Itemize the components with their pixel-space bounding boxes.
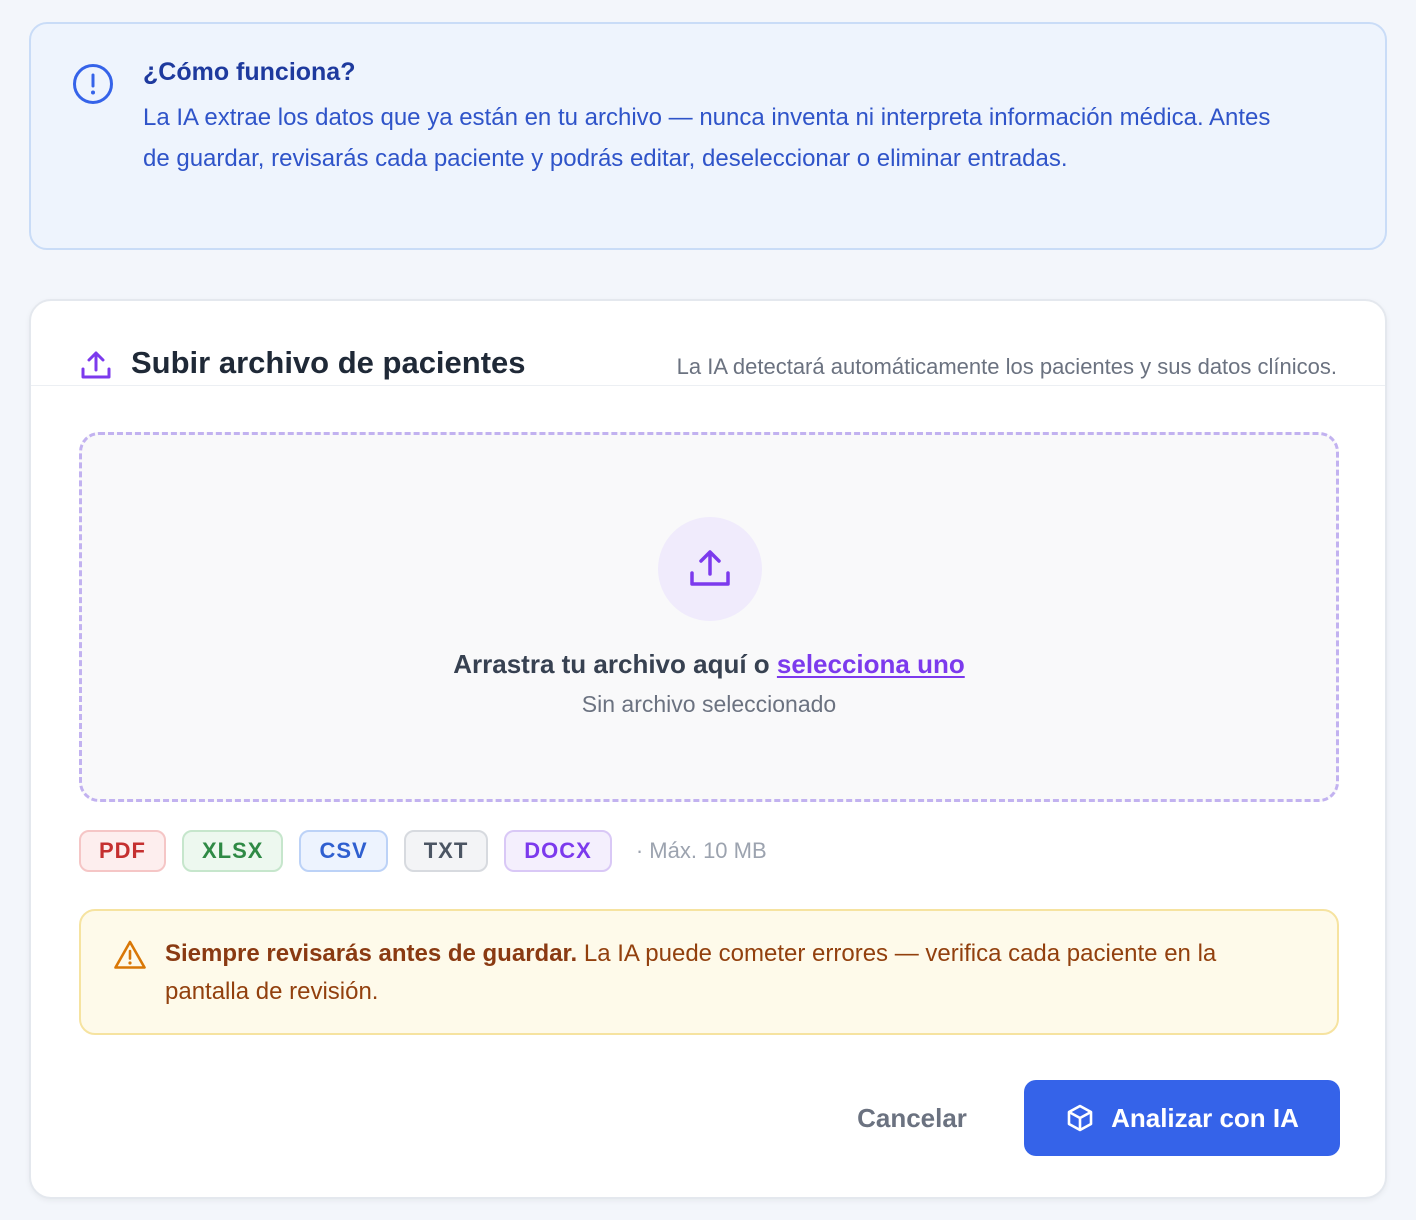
file-dropzone[interactable]: Arrastra tu archivo aquí o selecciona un…: [79, 432, 1339, 802]
info-body: La IA extrae los datos que ya están en t…: [143, 104, 1271, 172]
dropzone-prompt: Arrastra tu archivo aquí o selecciona un…: [82, 649, 1336, 680]
format-list: PDF XLSX CSV TXT DOCX · Máx. 10 MB: [79, 830, 767, 872]
analyze-button[interactable]: Analizar con IA: [1024, 1080, 1340, 1156]
warning-callout: Siempre revisarás antes de guardar. La I…: [79, 909, 1339, 1035]
cancel-button[interactable]: Cancelar: [831, 1081, 993, 1155]
cube-icon: [1067, 1104, 1093, 1132]
warning-strong: Siempre revisarás antes de guardar.: [165, 940, 578, 967]
info-title: ¿Cómo funciona?: [143, 58, 356, 86]
dropzone-prompt-text: Arrastra tu archivo aquí o: [453, 649, 770, 679]
file-status: Sin archivo seleccionado: [581, 691, 837, 717]
format-badge-csv: CSV: [299, 830, 388, 872]
format-badge-pdf: PDF: [79, 830, 166, 872]
header-divider: [31, 385, 1385, 386]
card-subtitle: La IA detectará automáticamente los paci…: [676, 354, 1337, 379]
info-circle-icon: [73, 64, 113, 104]
analyze-button-label: Analizar con IA: [1111, 1102, 1299, 1133]
upload-icon: [690, 550, 730, 586]
upload-icon: [81, 351, 111, 379]
select-file-link[interactable]: selecciona uno: [777, 649, 965, 679]
upload-card: Subir archivo de pacientes La IA detecta…: [29, 299, 1387, 1199]
max-size-note: · Máx. 10 MB: [635, 838, 767, 863]
format-badge-xlsx: XLSX: [182, 830, 284, 872]
upload-icon-circle: [658, 517, 762, 621]
format-badge-txt: TXT: [403, 830, 489, 872]
format-badge-docx: DOCX: [504, 830, 612, 872]
warning-triangle-icon: [114, 940, 146, 969]
info-callout: ¿Cómo funciona? La IA extrae los datos q…: [29, 22, 1387, 250]
card-title: Subir archivo de pacientes: [131, 345, 526, 380]
warning-text: Siempre revisarás antes de guardar. La I…: [165, 935, 1305, 1011]
